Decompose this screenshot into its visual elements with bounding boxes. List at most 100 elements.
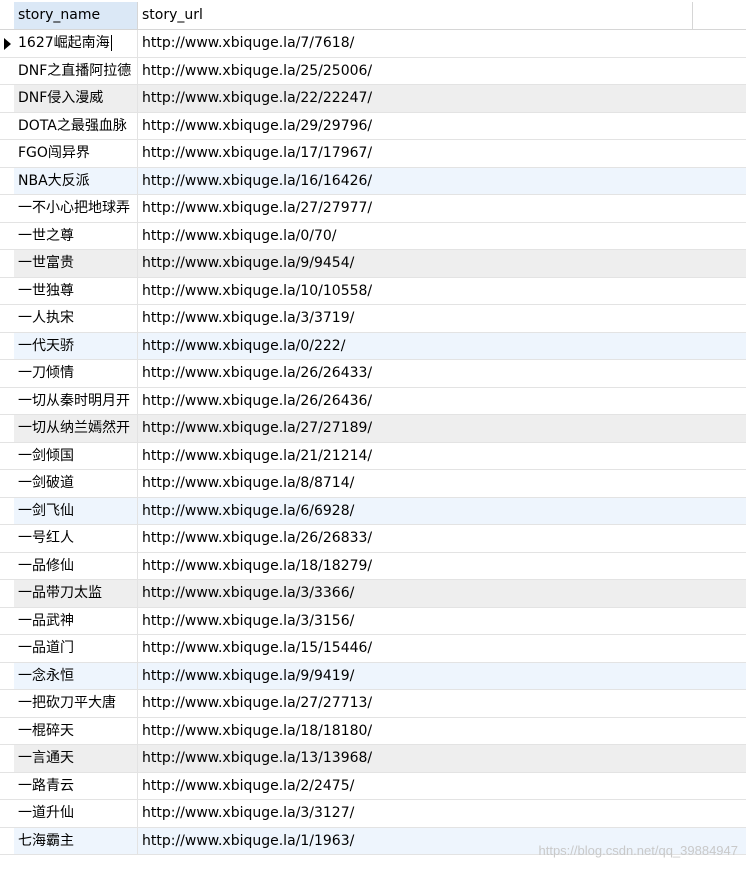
cell-story-name[interactable]: 一剑飞仙 bbox=[14, 497, 138, 524]
cell-story-name[interactable]: 一剑破道 bbox=[14, 470, 138, 497]
table-row[interactable]: 一切从纳兰嫣然开 http://www.xbiquge.la/27/27189/ bbox=[0, 415, 746, 443]
cell-story-name[interactable]: 一言通天 bbox=[14, 745, 138, 772]
cell-story-name[interactable]: 一世富贵 bbox=[14, 250, 138, 277]
row-gutter[interactable] bbox=[0, 607, 14, 634]
table-row[interactable]: DNF之直播阿拉德 http://www.xbiquge.la/25/25006/ bbox=[0, 57, 746, 85]
table-row[interactable]: FGO闯异界 http://www.xbiquge.la/17/17967/ bbox=[0, 140, 746, 168]
cell-story-name[interactable]: FGO闯异界 bbox=[14, 140, 138, 167]
cell-story-url[interactable]: http://www.xbiquge.la/21/21214/ bbox=[138, 443, 694, 470]
table-row[interactable]: 一路青云 http://www.xbiquge.la/2/2475/ bbox=[0, 772, 746, 800]
column-header-story-name[interactable]: story_name bbox=[14, 2, 138, 29]
cell-story-url[interactable]: http://www.xbiquge.la/9/9419/ bbox=[138, 663, 694, 690]
cell-story-name[interactable]: 一剑倾国 bbox=[14, 442, 138, 469]
column-header-story-url[interactable]: story_url bbox=[138, 2, 693, 29]
table-row[interactable]: 一不小心把地球弄 http://www.xbiquge.la/27/27977/ bbox=[0, 195, 746, 223]
table-row[interactable]: DOTA之最强血脉 http://www.xbiquge.la/29/29796/ bbox=[0, 112, 746, 140]
cell-story-name[interactable]: 一刀倾情 bbox=[14, 360, 138, 387]
cell-story-url[interactable]: http://www.xbiquge.la/3/3719/ bbox=[138, 305, 694, 332]
cell-story-url[interactable]: http://www.xbiquge.la/26/26433/ bbox=[138, 360, 694, 387]
cell-story-url[interactable]: http://www.xbiquge.la/8/8714/ bbox=[138, 470, 694, 497]
row-gutter[interactable] bbox=[0, 662, 14, 689]
table-row[interactable]: 一剑飞仙 http://www.xbiquge.la/6/6928/ bbox=[0, 497, 746, 525]
cell-story-url[interactable]: http://www.xbiquge.la/27/27189/ bbox=[138, 415, 694, 442]
cell-story-name[interactable]: 一人执宋 bbox=[14, 305, 138, 332]
table-row[interactable]: NBA大反派 http://www.xbiquge.la/16/16426/ bbox=[0, 167, 746, 195]
table-row[interactable]: 一把砍刀平大唐 http://www.xbiquge.la/27/27713/ bbox=[0, 690, 746, 718]
row-gutter[interactable] bbox=[0, 57, 14, 84]
table-row[interactable]: 一品修仙 http://www.xbiquge.la/18/18279/ bbox=[0, 552, 746, 580]
row-gutter[interactable] bbox=[0, 827, 14, 854]
row-gutter[interactable] bbox=[0, 525, 14, 552]
table-row[interactable]: 一剑倾国 http://www.xbiquge.la/21/21214/ bbox=[0, 442, 746, 470]
row-gutter[interactable] bbox=[0, 635, 14, 662]
table-row[interactable]: 一棍碎天 http://www.xbiquge.la/18/18180/ bbox=[0, 717, 746, 745]
cell-story-name[interactable]: NBA大反派 bbox=[14, 167, 138, 194]
row-gutter[interactable] bbox=[0, 222, 14, 249]
table-row[interactable]: 一世富贵 http://www.xbiquge.la/9/9454/ bbox=[0, 250, 746, 278]
cell-story-name[interactable]: 一切从秦时明月开 bbox=[14, 387, 138, 414]
cell-story-name[interactable]: 1627崛起南海 bbox=[14, 30, 138, 57]
row-gutter[interactable] bbox=[0, 497, 14, 524]
table-row[interactable]: 一人执宋 http://www.xbiquge.la/3/3719/ bbox=[0, 305, 746, 333]
row-gutter[interactable] bbox=[0, 332, 14, 359]
cell-story-name[interactable]: 一品武神 bbox=[14, 607, 138, 634]
row-gutter[interactable] bbox=[0, 30, 14, 57]
cell-story-url[interactable]: http://www.xbiquge.la/27/27713/ bbox=[138, 690, 694, 717]
row-gutter[interactable] bbox=[0, 745, 14, 772]
cell-story-name[interactable]: 一世独尊 bbox=[14, 277, 138, 304]
cell-story-name[interactable]: 一道升仙 bbox=[14, 800, 138, 827]
cell-story-url[interactable]: http://www.xbiquge.la/26/26833/ bbox=[138, 525, 694, 552]
cell-story-name[interactable]: 一切从纳兰嫣然开 bbox=[14, 415, 138, 442]
table-row[interactable]: 一切从秦时明月开 http://www.xbiquge.la/26/26436/ bbox=[0, 387, 746, 415]
cell-story-url[interactable]: http://www.xbiquge.la/22/22247/ bbox=[138, 85, 694, 112]
cell-story-url[interactable]: http://www.xbiquge.la/16/16426/ bbox=[138, 168, 694, 195]
cell-story-url[interactable]: http://www.xbiquge.la/13/13968/ bbox=[138, 745, 694, 772]
cell-story-url[interactable]: http://www.xbiquge.la/26/26436/ bbox=[138, 388, 694, 415]
cell-story-name[interactable]: 一代天骄 bbox=[14, 332, 138, 359]
cell-story-name[interactable]: 一不小心把地球弄 bbox=[14, 195, 138, 222]
cell-story-name[interactable]: 一品带刀太监 bbox=[14, 580, 138, 607]
cell-story-url[interactable]: http://www.xbiquge.la/29/29796/ bbox=[138, 113, 694, 140]
cell-story-name[interactable]: 一号红人 bbox=[14, 525, 138, 552]
row-gutter[interactable] bbox=[0, 470, 14, 497]
cell-story-name[interactable]: 一把砍刀平大唐 bbox=[14, 690, 138, 717]
cell-story-url[interactable]: http://www.xbiquge.la/3/3366/ bbox=[138, 580, 694, 607]
row-gutter[interactable] bbox=[0, 580, 14, 607]
row-gutter[interactable] bbox=[0, 800, 14, 827]
table-row[interactable]: 一品道门 http://www.xbiquge.la/15/15446/ bbox=[0, 635, 746, 663]
row-gutter[interactable] bbox=[0, 195, 14, 222]
cell-story-url[interactable]: http://www.xbiquge.la/15/15446/ bbox=[138, 635, 694, 662]
cell-story-name[interactable]: DOTA之最强血脉 bbox=[14, 112, 138, 139]
cell-story-url[interactable]: http://www.xbiquge.la/0/70/ bbox=[138, 223, 694, 250]
cell-story-url[interactable]: http://www.xbiquge.la/18/18180/ bbox=[138, 718, 694, 745]
cell-story-url[interactable]: http://www.xbiquge.la/3/3156/ bbox=[138, 608, 694, 635]
row-gutter[interactable] bbox=[0, 277, 14, 304]
row-gutter[interactable] bbox=[0, 360, 14, 387]
row-gutter[interactable] bbox=[0, 167, 14, 194]
row-gutter[interactable] bbox=[0, 305, 14, 332]
table-row[interactable]: 一道升仙 http://www.xbiquge.la/3/3127/ bbox=[0, 800, 746, 828]
cell-story-url[interactable]: http://www.xbiquge.la/9/9454/ bbox=[138, 250, 694, 277]
table-row[interactable]: 一品武神 http://www.xbiquge.la/3/3156/ bbox=[0, 607, 746, 635]
cell-story-name[interactable]: DNF之直播阿拉德 bbox=[14, 57, 138, 84]
cell-story-name[interactable]: 一品修仙 bbox=[14, 552, 138, 579]
cell-story-name[interactable]: 一世之尊 bbox=[14, 222, 138, 249]
table-row[interactable]: 一刀倾情 http://www.xbiquge.la/26/26433/ bbox=[0, 360, 746, 388]
row-gutter[interactable] bbox=[0, 690, 14, 717]
row-gutter[interactable] bbox=[0, 442, 14, 469]
row-gutter[interactable] bbox=[0, 552, 14, 579]
cell-story-name[interactable]: DNF侵入漫威 bbox=[14, 85, 138, 112]
row-gutter[interactable] bbox=[0, 85, 14, 112]
cell-story-name[interactable]: 一念永恒 bbox=[14, 662, 138, 689]
cell-story-url[interactable]: http://www.xbiquge.la/3/3127/ bbox=[138, 800, 694, 827]
row-gutter[interactable] bbox=[0, 717, 14, 744]
cell-story-url[interactable]: http://www.xbiquge.la/2/2475/ bbox=[138, 773, 694, 800]
row-gutter[interactable] bbox=[0, 112, 14, 139]
cell-story-url[interactable]: http://www.xbiquge.la/0/222/ bbox=[138, 333, 694, 360]
table-row[interactable]: 一世之尊 http://www.xbiquge.la/0/70/ bbox=[0, 222, 746, 250]
row-gutter[interactable] bbox=[0, 250, 14, 277]
cell-story-url[interactable]: http://www.xbiquge.la/6/6928/ bbox=[138, 498, 694, 525]
row-gutter[interactable] bbox=[0, 772, 14, 799]
table-row[interactable]: 一品带刀太监 http://www.xbiquge.la/3/3366/ bbox=[0, 580, 746, 608]
table-row[interactable]: 一世独尊 http://www.xbiquge.la/10/10558/ bbox=[0, 277, 746, 305]
